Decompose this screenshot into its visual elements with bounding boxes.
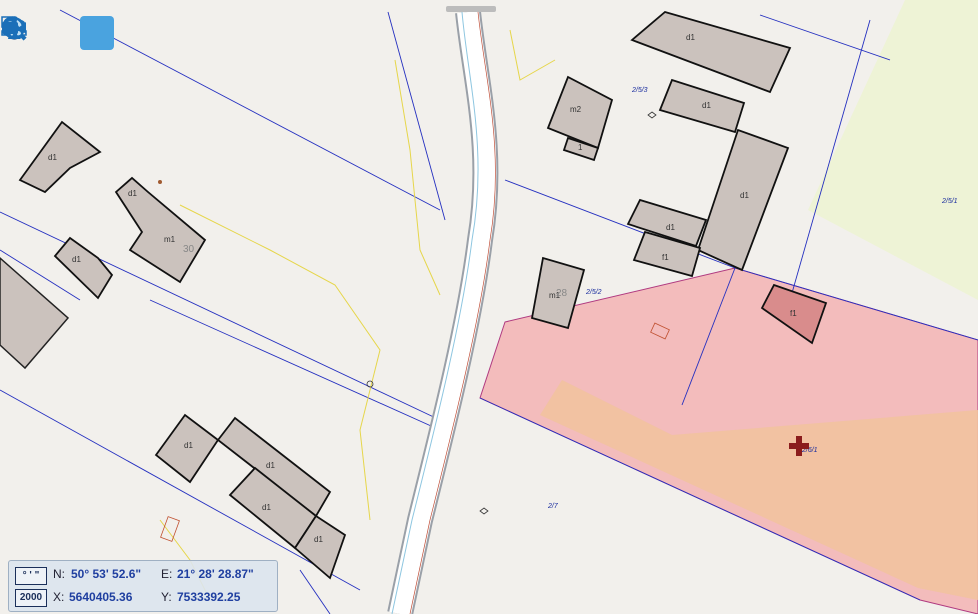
svg-text:2/7: 2/7 — [547, 503, 559, 510]
svg-text:d1: d1 — [72, 255, 81, 264]
building[interactable] — [0, 256, 70, 370]
green-area — [808, 0, 978, 300]
road — [387, 10, 499, 614]
svg-text:28: 28 — [556, 288, 568, 299]
svg-text:d1: d1 — [702, 101, 711, 110]
svg-text:2/5/1: 2/5/1 — [941, 198, 958, 205]
svg-text:d1: d1 — [48, 153, 57, 162]
map-toolbar — [0, 14, 460, 56]
map-canvas[interactable]: d1 d1 m1 d1 m2 1 d1 d1 d1 d1 f1 m1 f1 d1… — [0, 0, 978, 614]
measure-button[interactable] — [1, 16, 380, 50]
zoom-out-button[interactable] — [2, 16, 76, 50]
svg-text:d1: d1 — [740, 191, 749, 200]
video-camera-icon — [2, 22, 26, 34]
utility-lines — [159, 29, 556, 601]
svg-text:d1: d1 — [128, 189, 137, 198]
svg-text:d1: d1 — [666, 223, 675, 232]
svg-text:d1: d1 — [686, 33, 695, 42]
svg-text:d1: d1 — [314, 535, 323, 544]
globe-button[interactable] — [3, 16, 418, 50]
coord-format-button[interactable]: ° ' " — [15, 567, 47, 585]
zoom-extent-button[interactable] — [2, 16, 152, 50]
coordinates-panel: ° ' " 2000 N: 50° 53' 52.6" E: 21° 28' 2… — [8, 560, 278, 612]
n-label: N: — [53, 567, 65, 581]
svg-text:2/5/3: 2/5/3 — [631, 87, 648, 94]
svg-text:d1: d1 — [184, 441, 193, 450]
x-label: X: — [53, 590, 65, 604]
pan-button[interactable] — [3, 16, 114, 50]
map-svg: d1 d1 m1 d1 m2 1 d1 d1 d1 d1 f1 m1 f1 d1… — [0, 0, 978, 614]
e-value: 21° 28' 28.87" — [177, 567, 254, 581]
svg-text:f1: f1 — [790, 309, 797, 318]
coord-system-button[interactable]: 2000 — [15, 589, 47, 607]
info-button[interactable] — [8, 16, 304, 50]
info-area-button[interactable] — [1, 16, 342, 50]
e-label: E: — [161, 567, 173, 581]
n-value: 50° 53' 52.6" — [71, 567, 142, 581]
scroll-handle[interactable] — [446, 6, 496, 12]
y-label: Y: — [161, 590, 172, 604]
svg-text:30: 30 — [183, 244, 195, 255]
svg-text:d1: d1 — [266, 461, 275, 470]
y-value: 7533392.25 — [177, 590, 241, 604]
video-button[interactable] — [2, 16, 456, 50]
svg-text:m1: m1 — [164, 235, 176, 244]
back-button[interactable] — [2, 16, 190, 50]
svg-text:m2: m2 — [570, 105, 582, 114]
svg-text:1: 1 — [578, 143, 583, 152]
link-button[interactable] — [2, 16, 266, 50]
svg-text:2/5/2: 2/5/2 — [585, 289, 602, 296]
x-value: 5640405.36 — [69, 590, 133, 604]
svg-text:d1: d1 — [262, 503, 271, 512]
forward-button[interactable] — [2, 16, 228, 50]
svg-text:f1: f1 — [662, 253, 669, 262]
